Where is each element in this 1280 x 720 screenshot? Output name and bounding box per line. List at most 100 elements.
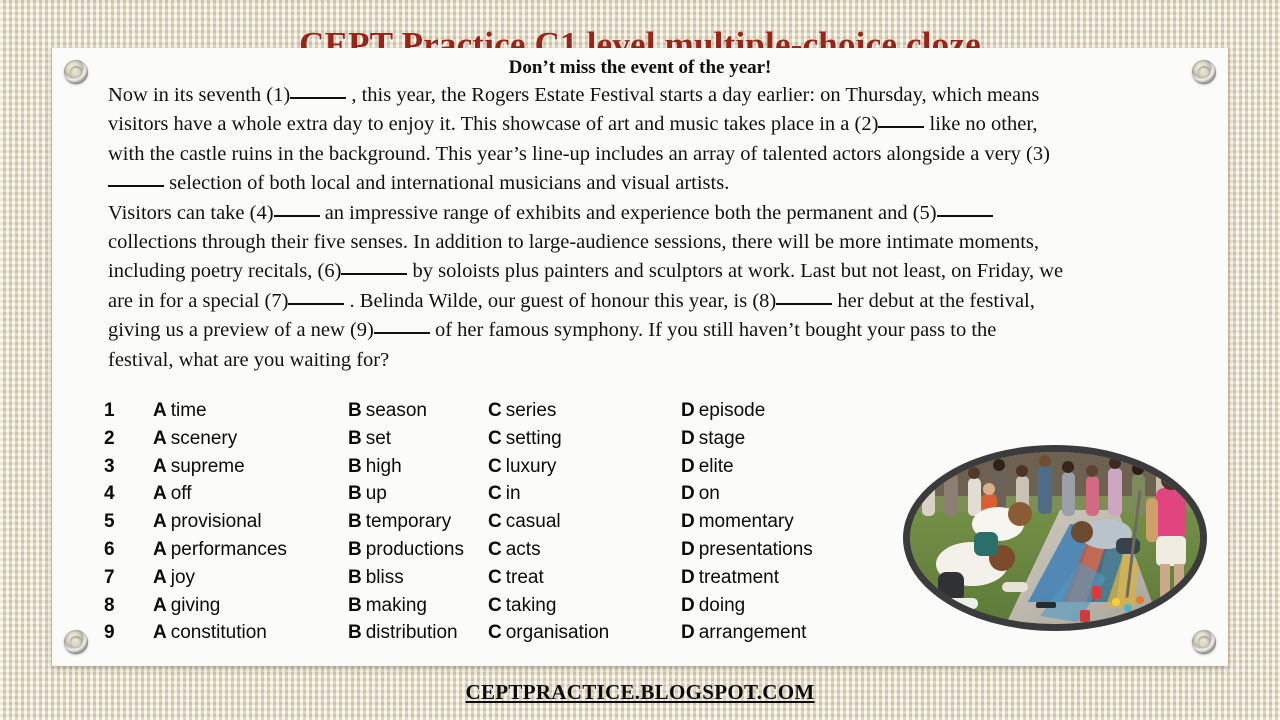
option-5-d[interactable]: Dmomentary bbox=[681, 511, 861, 539]
option-letter: B bbox=[348, 400, 362, 421]
option-letter: B bbox=[348, 511, 362, 533]
option-8-b[interactable]: Bmaking bbox=[348, 595, 488, 623]
option-2-c[interactable]: Csetting bbox=[488, 428, 681, 456]
option-letter: A bbox=[153, 538, 167, 560]
festival-photo bbox=[910, 452, 1200, 624]
option-letter: C bbox=[488, 400, 502, 421]
option-letter: D bbox=[681, 455, 695, 477]
answer-blank-5[interactable] bbox=[936, 202, 993, 217]
option-9-b[interactable]: Bdistribution bbox=[348, 622, 488, 650]
options-row: 1 Atime Bseason Cseries Depisode bbox=[104, 400, 861, 428]
option-3-c[interactable]: Cluxury bbox=[488, 456, 681, 484]
answer-blank-2[interactable] bbox=[878, 113, 925, 129]
answer-blank-7[interactable] bbox=[288, 290, 345, 305]
answer-blank-1[interactable] bbox=[290, 84, 347, 99]
option-word: up bbox=[365, 483, 387, 505]
option-letter: C bbox=[488, 538, 502, 560]
option-letter: B bbox=[348, 594, 362, 616]
passage-text: Visitors can take (4) bbox=[108, 201, 274, 224]
option-2-a[interactable]: Ascenery bbox=[153, 428, 348, 456]
option-2-b[interactable]: Bset bbox=[348, 428, 488, 456]
answer-blank-3[interactable] bbox=[108, 172, 164, 188]
option-word: treat bbox=[505, 566, 544, 588]
option-letter: B bbox=[348, 622, 362, 644]
option-letter: C bbox=[488, 566, 502, 588]
option-word: treatment bbox=[698, 566, 779, 588]
options-table: 1 Atime Bseason Cseries Depisode 2 Ascenery Bse… bbox=[104, 400, 861, 650]
answer-blank-4[interactable] bbox=[273, 202, 320, 217]
option-6-b[interactable]: Bproductions bbox=[348, 539, 488, 567]
answer-blank-9[interactable] bbox=[373, 319, 430, 335]
option-word: provisional bbox=[170, 511, 262, 533]
screw-icon-bottom-left bbox=[64, 630, 88, 654]
option-letter: C bbox=[488, 511, 502, 533]
option-word: productions bbox=[365, 538, 464, 560]
option-4-b[interactable]: Bup bbox=[348, 483, 488, 511]
question-number: 6 bbox=[104, 538, 115, 560]
option-7-d[interactable]: Dtreatment bbox=[681, 567, 861, 595]
option-2-d[interactable]: Dstage bbox=[681, 428, 861, 456]
passage-text: selection of both local and internationa… bbox=[164, 172, 730, 195]
option-letter: A bbox=[153, 400, 167, 421]
option-word: scenery bbox=[170, 427, 238, 449]
options-row: 7 Ajoy Bbliss Ctreat Dtreatment bbox=[104, 567, 861, 595]
option-5-b[interactable]: Btemporary bbox=[348, 511, 488, 539]
question-number: 8 bbox=[104, 594, 115, 616]
option-4-c[interactable]: Cin bbox=[488, 483, 681, 511]
option-letter: D bbox=[681, 594, 695, 616]
answer-blank-8[interactable] bbox=[776, 290, 833, 305]
option-1-a[interactable]: Atime bbox=[153, 400, 348, 428]
option-6-d[interactable]: Dpresentations bbox=[681, 539, 861, 567]
option-4-a[interactable]: Aoff bbox=[153, 483, 348, 511]
option-word: set bbox=[365, 427, 392, 449]
option-5-c[interactable]: Ccasual bbox=[488, 511, 681, 539]
passage-paragraph: Now in its seventh (1) , this year, the … bbox=[108, 81, 1064, 199]
option-7-c[interactable]: Ctreat bbox=[488, 567, 681, 595]
option-8-a[interactable]: Agiving bbox=[153, 595, 348, 623]
option-word: series bbox=[505, 400, 557, 421]
option-letter: B bbox=[348, 427, 362, 449]
answer-blank-6[interactable] bbox=[341, 260, 408, 276]
option-7-b[interactable]: Bbliss bbox=[348, 567, 488, 595]
option-word: time bbox=[170, 400, 207, 421]
option-9-c[interactable]: Corganisation bbox=[488, 622, 681, 650]
option-3-d[interactable]: Delite bbox=[681, 456, 861, 484]
option-word: momentary bbox=[698, 511, 794, 533]
option-word: doing bbox=[698, 594, 746, 616]
option-3-a[interactable]: Asupreme bbox=[153, 456, 348, 484]
option-letter: C bbox=[488, 622, 502, 644]
question-number: 2 bbox=[104, 427, 115, 449]
option-word: presentations bbox=[698, 538, 813, 560]
question-number: 5 bbox=[104, 511, 115, 533]
option-1-b[interactable]: Bseason bbox=[348, 400, 488, 428]
option-7-a[interactable]: Ajoy bbox=[153, 567, 348, 595]
option-3-b[interactable]: Bhigh bbox=[348, 456, 488, 484]
option-word: constitution bbox=[170, 622, 267, 644]
option-letter: C bbox=[488, 483, 502, 505]
options-row: 4 Aoff Bup Cin Don bbox=[104, 483, 861, 511]
option-1-d[interactable]: Depisode bbox=[681, 400, 861, 428]
option-8-c[interactable]: Ctaking bbox=[488, 595, 681, 623]
option-9-a[interactable]: Aconstitution bbox=[153, 622, 348, 650]
option-word: high bbox=[365, 455, 402, 477]
option-8-d[interactable]: Ddoing bbox=[681, 595, 861, 623]
option-word: giving bbox=[170, 594, 221, 616]
cloze-passage: Now in its seventh (1) , this year, the … bbox=[108, 81, 1064, 375]
option-word: elite bbox=[698, 455, 734, 477]
option-letter: A bbox=[153, 455, 167, 477]
footer-url[interactable]: CEPTPRACTICE.BLOGSPOT.COM bbox=[0, 680, 1280, 705]
option-4-d[interactable]: Don bbox=[681, 483, 861, 511]
passage-text: an impressive range of exhibits and expe… bbox=[319, 201, 937, 224]
option-word: acts bbox=[505, 538, 541, 560]
option-6-a[interactable]: Aperformances bbox=[153, 539, 348, 567]
option-word: taking bbox=[505, 594, 557, 616]
options-row: 8 Agiving Bmaking Ctaking Ddoing bbox=[104, 595, 861, 623]
option-1-c[interactable]: Cseries bbox=[488, 400, 681, 428]
options-row: 5 Aprovisional Btemporary Ccasual Dmomentary bbox=[104, 511, 861, 539]
option-9-d[interactable]: Darrangement bbox=[681, 622, 861, 650]
screw-icon-bottom-right bbox=[1192, 630, 1216, 654]
option-word: joy bbox=[170, 566, 196, 588]
option-6-c[interactable]: Cacts bbox=[488, 539, 681, 567]
option-5-a[interactable]: Aprovisional bbox=[153, 511, 348, 539]
option-word: on bbox=[698, 483, 720, 505]
